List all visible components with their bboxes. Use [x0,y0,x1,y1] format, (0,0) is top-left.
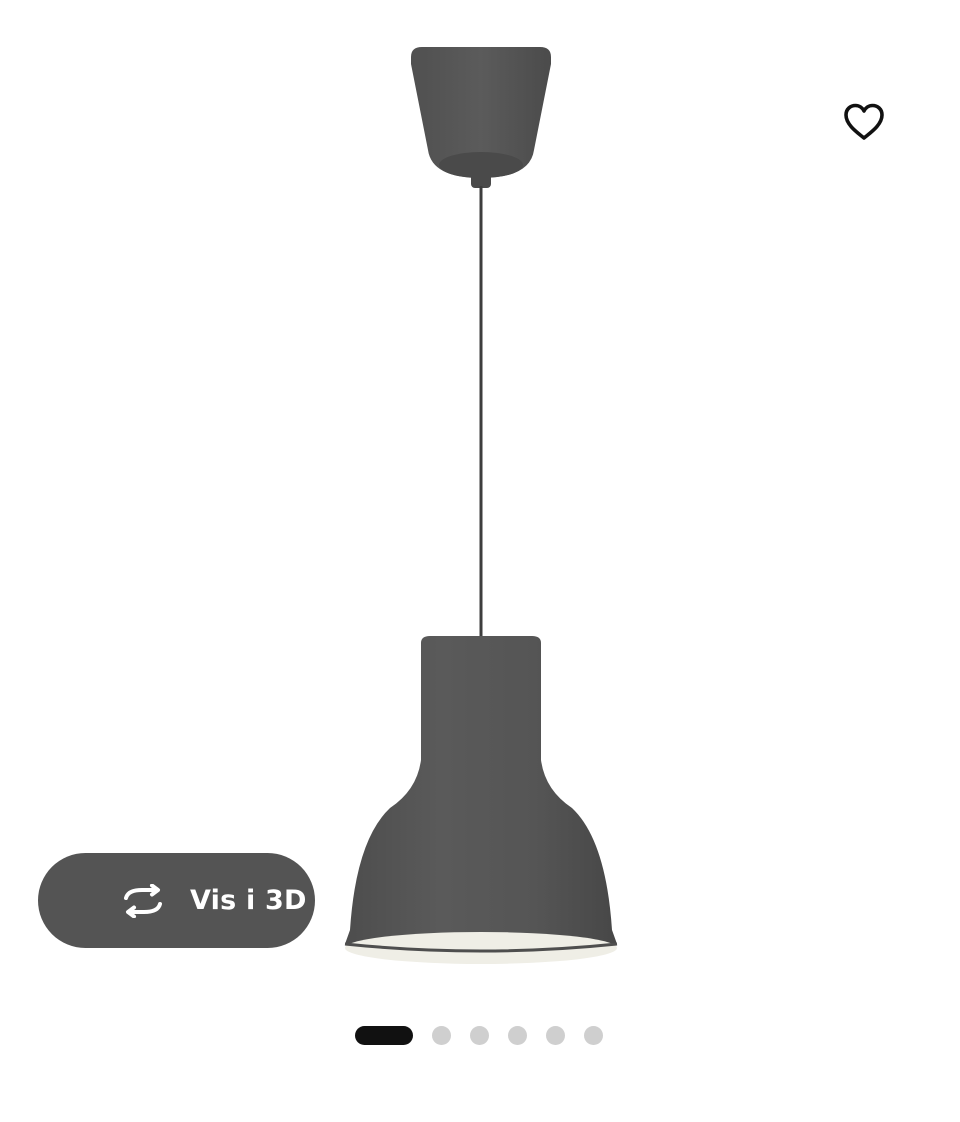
ceiling-canopy [411,47,551,188]
carousel-dot-active[interactable] [355,1025,413,1045]
heart-outline-icon [844,103,884,140]
favourite-button[interactable] [832,92,896,152]
carousel-dot[interactable] [432,1025,451,1045]
rotate-3d-icon [124,883,162,918]
carousel-dot[interactable] [546,1025,565,1045]
carousel-pagination [355,1025,603,1045]
carousel-dot[interactable] [584,1025,603,1045]
product-image[interactable] [0,0,960,1000]
view-in-3d-label: Vis i 3D [190,885,307,916]
view-in-3d-button[interactable]: Vis i 3D [38,853,315,948]
lamp-shade [344,636,618,964]
carousel-dot[interactable] [470,1025,489,1045]
carousel-dot[interactable] [508,1025,527,1045]
